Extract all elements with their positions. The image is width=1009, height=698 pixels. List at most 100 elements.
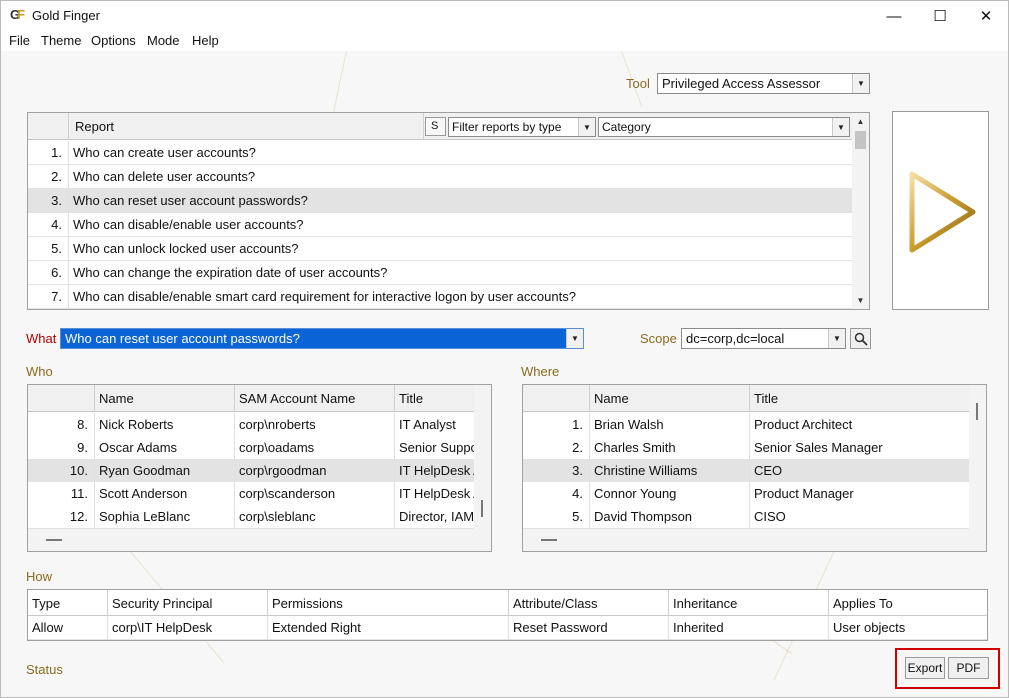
tool-select[interactable]: Privileged Access Assessor ▼ xyxy=(657,73,870,94)
where-vscroll-thumb[interactable] xyxy=(976,403,978,420)
where-grid-header: Name Title xyxy=(523,385,971,412)
chevron-down-icon: ▼ xyxy=(828,329,845,348)
where-row-name: Brian Walsh xyxy=(590,413,750,436)
where-row-title: Product Architect xyxy=(750,413,971,436)
how-grid-header: Type Security Principal Permissions Attr… xyxy=(28,590,987,616)
who-row-name: Ryan Goodman xyxy=(95,459,235,482)
run-report-button[interactable] xyxy=(892,111,989,310)
menu-options[interactable]: Options xyxy=(91,33,136,48)
play-icon xyxy=(909,171,976,253)
how-row-attribute: Reset Password xyxy=(509,616,669,639)
where-title-header[interactable]: Title xyxy=(750,385,971,411)
scope-label: Scope xyxy=(640,331,677,346)
s-button[interactable]: S xyxy=(425,117,446,136)
report-row-text: Who can reset user account passwords? xyxy=(73,193,308,208)
who-row-selected[interactable]: 10. Ryan Goodman corp\rgoodman IT HelpDe… xyxy=(28,459,476,483)
maximize-button[interactable]: ☐ xyxy=(917,1,963,31)
scope-select-value: dc=corp,dc=local xyxy=(686,331,785,346)
export-button[interactable]: Export xyxy=(905,657,945,679)
what-select[interactable]: Who can reset user account passwords? ▼ xyxy=(60,328,584,349)
who-row-title: IT HelpDesk A xyxy=(395,459,476,482)
how-inheritance-header[interactable]: Inheritance xyxy=(669,590,829,616)
menu-mode[interactable]: Mode xyxy=(147,33,180,48)
where-row[interactable]: 5. David Thompson CISO xyxy=(523,505,971,529)
what-label: What xyxy=(26,331,57,346)
scroll-up-icon[interactable]: ▲ xyxy=(852,113,869,130)
how-grid: Type Security Principal Permissions Attr… xyxy=(27,589,988,641)
reports-scrollbar[interactable]: ▲ ▼ xyxy=(852,113,869,309)
where-hscroll-thumb[interactable] xyxy=(541,539,557,541)
who-row[interactable]: 9. Oscar Adams corp\oadams Senior Suppo xyxy=(28,436,476,460)
report-row[interactable]: 4. Who can disable/enable user accounts? xyxy=(28,213,854,237)
who-row-title: Director, IAM xyxy=(395,505,476,528)
report-row-text: Who can disable/enable smart card requir… xyxy=(73,289,576,304)
who-row-name: Nick Roberts xyxy=(95,413,235,436)
report-row[interactable]: 7. Who can disable/enable smart card req… xyxy=(28,285,854,309)
report-row[interactable]: 1. Who can create user accounts? xyxy=(28,141,854,165)
who-vscrollbar[interactable] xyxy=(474,385,491,551)
close-button[interactable]: ✕ xyxy=(963,1,1008,31)
where-row-name: Charles Smith xyxy=(590,436,750,459)
filter-reports-value: Filter reports by type xyxy=(452,120,562,134)
scope-select[interactable]: dc=corp,dc=local ▼ xyxy=(681,328,846,349)
how-applies-header[interactable]: Applies To xyxy=(829,590,987,616)
how-row-type: Allow xyxy=(28,616,108,639)
who-row-sam: corp\sleblanc xyxy=(235,505,395,528)
where-row[interactable]: 2. Charles Smith Senior Sales Manager xyxy=(523,436,971,460)
who-row-name: Scott Anderson xyxy=(95,482,235,505)
where-row[interactable]: 4. Connor Young Product Manager xyxy=(523,482,971,506)
where-vscrollbar[interactable] xyxy=(969,385,986,551)
scroll-down-icon[interactable]: ▼ xyxy=(852,292,869,309)
where-name-header[interactable]: Name xyxy=(590,385,750,411)
where-row[interactable]: 1. Brian Walsh Product Architect xyxy=(523,413,971,437)
report-column-header[interactable]: Report xyxy=(69,113,424,139)
report-row-number: 5. xyxy=(28,237,69,260)
where-num-header xyxy=(523,385,590,411)
who-name-header[interactable]: Name xyxy=(95,385,235,411)
category-select-value: Category xyxy=(602,120,651,134)
how-row[interactable]: Allow corp\IT HelpDesk Extended Right Re… xyxy=(28,616,987,640)
menu-file[interactable]: File xyxy=(9,33,30,48)
where-row-title: CEO xyxy=(750,459,971,482)
where-hscrollbar[interactable] xyxy=(523,529,971,551)
how-attribute-header[interactable]: Attribute/Class xyxy=(509,590,669,616)
how-row-inheritance: Inherited xyxy=(669,616,829,639)
report-row[interactable]: 2. Who can delete user accounts? xyxy=(28,165,854,189)
tool-select-value: Privileged Access Assessor xyxy=(662,76,821,91)
menu-theme[interactable]: Theme xyxy=(41,33,81,48)
where-row-number: 2. xyxy=(523,436,590,459)
report-row-text: Who can disable/enable user accounts? xyxy=(73,217,304,232)
how-label: How xyxy=(26,569,53,584)
pdf-button[interactable]: PDF xyxy=(948,657,989,679)
who-row-title: IT HelpDesk A xyxy=(395,482,476,505)
chevron-down-icon: ▼ xyxy=(852,74,869,93)
report-row[interactable]: 5. Who can unlock locked user accounts? xyxy=(28,237,854,261)
report-row-selected[interactable]: 3. Who can reset user account passwords? xyxy=(28,189,854,213)
search-icon xyxy=(854,332,868,346)
how-permissions-header[interactable]: Permissions xyxy=(268,590,509,616)
filter-reports-select[interactable]: Filter reports by type ▼ xyxy=(448,117,596,137)
who-row[interactable]: 11. Scott Anderson corp\scanderson IT He… xyxy=(28,482,476,506)
menu-help[interactable]: Help xyxy=(192,33,219,48)
report-row[interactable]: 6. Who can change the expiration date of… xyxy=(28,261,854,285)
who-hscroll-thumb[interactable] xyxy=(46,539,62,541)
scope-search-button[interactable] xyxy=(850,328,871,349)
chevron-down-icon: ▼ xyxy=(566,329,583,348)
who-row[interactable]: 12. Sophia LeBlanc corp\sleblanc Directo… xyxy=(28,505,476,529)
who-sam-header[interactable]: SAM Account Name xyxy=(235,385,395,411)
reports-scroll-thumb[interactable] xyxy=(855,131,866,149)
where-row-title: Senior Sales Manager xyxy=(750,436,971,459)
status-label: Status xyxy=(26,662,63,677)
how-principal-header[interactable]: Security Principal xyxy=(108,590,268,616)
who-hscrollbar[interactable] xyxy=(28,529,476,551)
who-row[interactable]: 8. Nick Roberts corp\nroberts IT Analyst xyxy=(28,413,476,437)
where-row-title: Product Manager xyxy=(750,482,971,505)
who-title-header[interactable]: Title xyxy=(395,385,476,411)
category-select[interactable]: Category ▼ xyxy=(598,117,850,137)
title-bar: GF Gold Finger — ☐ ✕ xyxy=(1,1,1008,31)
how-type-header[interactable]: Type xyxy=(28,590,108,616)
report-row-text: Who can change the expiration date of us… xyxy=(73,265,388,280)
minimize-button[interactable]: — xyxy=(871,1,917,31)
where-row-selected[interactable]: 3. Christine Williams CEO xyxy=(523,459,971,483)
who-vscroll-thumb[interactable] xyxy=(481,500,483,517)
